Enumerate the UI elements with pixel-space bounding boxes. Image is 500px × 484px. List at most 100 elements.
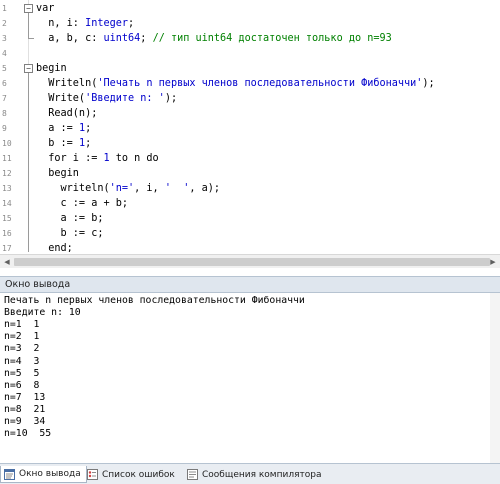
code-token: // тип uint64 достаточен только до n=93 xyxy=(152,33,392,44)
output-window-icon xyxy=(4,468,15,480)
code-token: ; xyxy=(85,123,92,134)
scroll-left-arrow-icon[interactable]: ◀ xyxy=(2,257,12,267)
code-line[interactable]: b := c; xyxy=(36,226,104,241)
code-token: ; xyxy=(85,138,92,149)
line-number: 16 xyxy=(2,229,12,238)
line-number: 17 xyxy=(2,244,12,252)
line-number: 3 xyxy=(2,34,7,43)
output-panel-header: Окно вывода xyxy=(0,276,500,293)
error-list-icon xyxy=(87,469,98,480)
line-number: 14 xyxy=(2,199,12,208)
code-line[interactable]: end; xyxy=(36,241,73,252)
output-line: n=9 34 xyxy=(4,416,46,427)
output-line: n=8 21 xyxy=(4,403,46,415)
fold-toggle-icon[interactable]: − xyxy=(24,4,33,13)
code-line[interactable]: begin xyxy=(36,166,79,181)
line-number: 9 xyxy=(2,124,7,133)
output-panel[interactable]: Печать n первых членов последовательност… xyxy=(0,293,500,463)
code-line[interactable]: a := b; xyxy=(36,211,104,226)
code-line[interactable]: c := a + b; xyxy=(36,196,128,211)
code-token: a := b; xyxy=(36,213,104,224)
output-line: Введите n: 10 xyxy=(4,307,81,319)
code-token: a := xyxy=(36,123,79,134)
line-number: 2 xyxy=(2,19,7,28)
code-token: var xyxy=(36,3,55,14)
code-line[interactable]: a, b, c: uint64; // тип uint64 достаточе… xyxy=(36,31,392,46)
code-token: begin xyxy=(36,63,67,74)
output-line: n=5 5 xyxy=(4,367,40,379)
code-token: end; xyxy=(36,243,73,252)
scrollbar-thumb[interactable] xyxy=(14,258,490,266)
code-line[interactable]: begin xyxy=(36,61,67,76)
line-number: 12 xyxy=(2,169,12,178)
code-token: Writeln( xyxy=(36,78,98,89)
output-line: n=7 13 xyxy=(4,391,46,403)
tab-output-window-label: Окно вывода xyxy=(19,469,81,479)
code-token: ; xyxy=(128,18,135,29)
code-token: Integer xyxy=(85,18,129,29)
code-token: b := c; xyxy=(36,228,104,239)
code-token: 'Печать n первых членов последовательнос… xyxy=(97,78,423,89)
fold-guide xyxy=(28,73,29,252)
output-vertical-scrollbar[interactable] xyxy=(490,293,500,463)
code-token: n, i: xyxy=(36,18,86,29)
code-token: uint64 xyxy=(103,33,141,44)
output-panel-title: Окно вывода xyxy=(5,279,71,290)
code-line[interactable]: b := 1; xyxy=(36,136,91,151)
code-token: b := xyxy=(36,138,79,149)
bottom-tab-bar: Окно вывода Список ошибок Сообщения комп… xyxy=(0,463,500,484)
code-token: c := a + b; xyxy=(36,198,129,209)
line-number: 5 xyxy=(2,64,7,73)
code-token: 'Введите n: ' xyxy=(85,93,165,104)
fold-end-marker xyxy=(28,38,34,39)
line-number: 13 xyxy=(2,184,12,193)
code-editor[interactable]: 123456789101112131415161718 var n, i: In… xyxy=(0,0,500,252)
code-token: ; xyxy=(140,33,153,44)
output-line: n=2 1 xyxy=(4,331,40,343)
line-number-gutter: 123456789101112131415161718 xyxy=(0,0,28,252)
code-token: ); xyxy=(422,78,435,89)
code-line[interactable]: n, i: Integer; xyxy=(36,16,134,31)
fold-guide xyxy=(28,13,29,39)
code-line[interactable]: a := 1; xyxy=(36,121,91,136)
line-number: 11 xyxy=(2,154,12,163)
code-token: ' ' xyxy=(164,183,190,194)
output-line: n=3 2 xyxy=(4,343,40,355)
editor-horizontal-scrollbar[interactable]: ◀ ▶ xyxy=(0,254,500,268)
output-line: n=6 8 xyxy=(4,379,40,391)
output-line: n=4 3 xyxy=(4,355,40,367)
output-line: Печать n первых членов последовательност… xyxy=(4,295,305,306)
tab-output-window[interactable]: Окно вывода xyxy=(0,466,87,483)
code-token: for i := xyxy=(36,153,104,164)
code-line[interactable]: Writeln('Печать n первых членов последов… xyxy=(36,76,435,91)
output-line: n=10 55 xyxy=(4,428,52,440)
code-token: ); xyxy=(164,93,178,104)
code-token: begin xyxy=(36,168,79,179)
code-line[interactable]: Write('Введите n: '); xyxy=(36,91,177,106)
code-line[interactable]: writeln('n=', i, ' ', a); xyxy=(36,181,221,196)
code-token: , a); xyxy=(189,183,221,194)
line-number: 10 xyxy=(2,139,12,148)
code-line[interactable]: var xyxy=(36,1,54,16)
tab-compiler-messages[interactable]: Сообщения компилятора xyxy=(184,466,326,483)
code-token: Read(n); xyxy=(36,108,98,119)
output-line: n=1 1 xyxy=(4,319,40,331)
code-token: to n do xyxy=(109,153,159,164)
line-number: 6 xyxy=(2,79,7,88)
line-number: 15 xyxy=(2,214,12,223)
code-line[interactable]: for i := 1 to n do xyxy=(36,151,159,166)
line-number: 1 xyxy=(2,4,7,13)
code-token: writeln( xyxy=(36,183,110,194)
compiler-messages-icon xyxy=(187,469,198,480)
tab-compiler-messages-label: Сообщения компилятора xyxy=(202,469,322,480)
fold-toggle-icon[interactable]: − xyxy=(24,64,33,73)
code-token: , i, xyxy=(134,183,165,194)
code-token: 'n=' xyxy=(109,183,135,194)
tab-error-list-label: Список ошибок xyxy=(102,469,175,480)
code-line[interactable]: Read(n); xyxy=(36,106,97,121)
line-number: 8 xyxy=(2,109,7,118)
line-number: 7 xyxy=(2,94,7,103)
scroll-right-arrow-icon[interactable]: ▶ xyxy=(488,257,498,267)
line-number: 4 xyxy=(2,49,7,58)
tab-error-list[interactable]: Список ошибок xyxy=(84,466,180,483)
